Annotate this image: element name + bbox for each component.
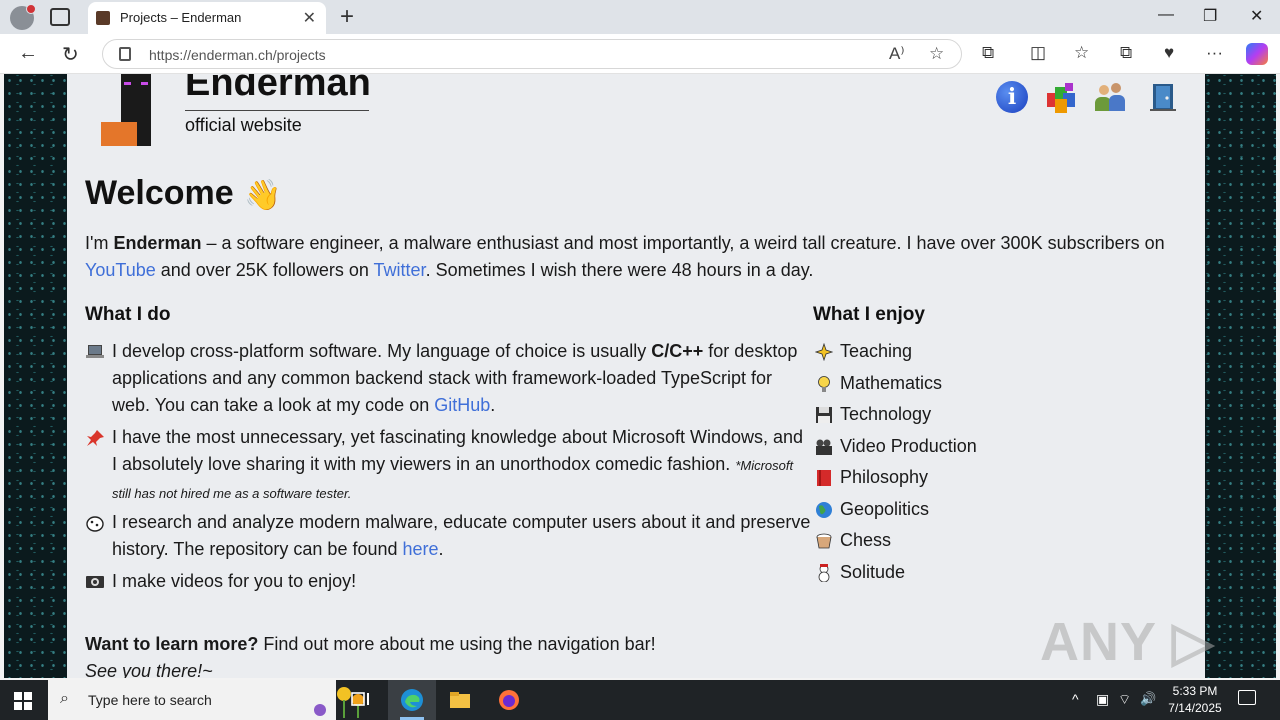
browser-tab-bar: Projects – Enderman ✕ + — ❐ ✕: [0, 0, 1280, 34]
snowman-icon: [818, 564, 830, 582]
enjoy-item-mathematics: Mathematics: [840, 373, 943, 393]
globe-icon: [816, 502, 832, 518]
site-name: Enderman: [185, 74, 371, 104]
waving-hand-icon: 👋: [244, 179, 282, 212]
clock-time: 5:33 PM: [1172, 684, 1218, 698]
what-i-do-item-videos: I make videos for you to enjoy!: [112, 571, 357, 591]
enjoy-item-philosophy: Philosophy: [840, 467, 929, 487]
lock-icon[interactable]: [119, 47, 131, 61]
url-text[interactable]: https://enderman.ch/projects: [149, 47, 326, 63]
anyrun-watermark: ANY ▷ RUN: [1040, 612, 1215, 678]
intro-paragraph: I'm Enderman – a software engineer, a ma…: [85, 233, 1165, 280]
more-menu-icon[interactable]: ···: [1206, 43, 1223, 63]
page-viewport: Enderman official website i Welcome 👋 I'…: [4, 74, 1276, 678]
profile-avatar-icon[interactable]: [10, 4, 36, 30]
enjoy-item-teaching: Teaching: [840, 341, 913, 361]
enjoy-item-solitude: Solitude: [840, 562, 906, 582]
close-window-icon[interactable]: ✕: [1250, 6, 1263, 26]
welcome-heading: Welcome: [85, 174, 234, 212]
enjoy-item-geopolitics: Geopolitics: [840, 499, 930, 519]
what-i-do-item-software: I develop cross-platform software. My la…: [112, 341, 798, 415]
task-view-icon[interactable]: [349, 688, 373, 712]
copilot-icon[interactable]: [1246, 43, 1268, 65]
search-placeholder: Type here to search: [88, 692, 212, 708]
intro-name: Enderman: [113, 233, 202, 253]
back-icon[interactable]: ←: [18, 42, 38, 65]
what-i-do-heading: What I do: [85, 304, 171, 325]
what-i-enjoy-heading: What I enjoy: [813, 304, 925, 325]
notifications-icon[interactable]: [1238, 690, 1256, 705]
collections-icon[interactable]: ⧉: [1120, 43, 1132, 63]
pushpin-icon: [87, 430, 104, 446]
lightbulb-icon: [818, 376, 830, 392]
tab-actions-icon[interactable]: [50, 8, 70, 26]
windows-taskbar: ⌕ Type here to search ^ ▣ ⌔ 🔊 5:33 PM 7/…: [0, 680, 1280, 720]
what-i-do-item-windows: I have the most unnecessary, yet fascina…: [112, 427, 804, 501]
minimize-icon[interactable]: —: [1158, 6, 1174, 24]
restore-icon[interactable]: ❐: [1203, 6, 1217, 26]
page-content: Enderman official website i Welcome 👋 I'…: [67, 74, 1205, 678]
taskbar-clock[interactable]: 5:33 PM 7/14/2025: [1166, 683, 1224, 717]
taskbar-search-box[interactable]: ⌕ Type here to search: [48, 680, 364, 720]
see-you-text: See you there!~: [85, 661, 213, 678]
address-bar[interactable]: https://enderman.ch/projects A⁾ ☆: [102, 39, 962, 69]
bug-icon: [86, 516, 104, 532]
favorites-icon[interactable]: ☆: [1074, 43, 1089, 63]
what-i-do-item-malware: I research and analyze modern malware, e…: [112, 512, 811, 559]
extensions-icon[interactable]: ⧉: [982, 43, 994, 63]
site-subtitle: official website: [185, 115, 302, 135]
nav-info-icon[interactable]: i: [996, 81, 1028, 113]
coffee-cup-icon: [816, 533, 832, 549]
refresh-icon[interactable]: ↻: [62, 42, 79, 67]
tab-title: Projects – Enderman: [120, 10, 242, 25]
clock-date: 7/14/2025: [1168, 701, 1222, 715]
floppy-disk-icon: [816, 407, 832, 423]
tab-close-icon[interactable]: ✕: [303, 8, 316, 28]
favorite-star-icon[interactable]: ☆: [929, 44, 944, 64]
film-camera-icon: [816, 439, 832, 455]
twitter-link[interactable]: Twitter: [374, 260, 426, 280]
read-aloud-icon[interactable]: A⁾: [889, 44, 905, 64]
browser-nav-bar: ← ↻ https://enderman.ch/projects A⁾ ☆ ⧉ …: [0, 34, 1280, 74]
start-button-icon[interactable]: [14, 692, 32, 710]
tray-device-icon[interactable]: ▣: [1096, 691, 1109, 708]
browser-tab[interactable]: Projects – Enderman ✕: [88, 2, 326, 34]
network-icon[interactable]: ⌔: [1118, 691, 1131, 709]
enjoy-item-video-production: Video Production: [840, 436, 977, 456]
volume-icon[interactable]: 🔊: [1140, 691, 1156, 707]
enderman-logo[interactable]: [99, 74, 171, 146]
repository-link[interactable]: here: [403, 539, 439, 559]
nav-about-icon[interactable]: [1095, 81, 1127, 113]
enjoy-item-technology: Technology: [840, 404, 932, 424]
learn-more-text: Want to learn more? Find out more about …: [85, 634, 656, 654]
search-icon: ⌕: [60, 690, 69, 707]
tray-chevron-icon[interactable]: ^: [1072, 691, 1079, 707]
site-name-underline: [185, 110, 369, 111]
firefox-icon[interactable]: [497, 688, 521, 712]
split-screen-icon[interactable]: ◫: [1030, 43, 1046, 63]
enjoy-item-chess-link[interactable]: Chess: [840, 530, 891, 551]
edge-browser-icon[interactable]: [400, 688, 424, 712]
youtube-link[interactable]: YouTube: [85, 260, 156, 280]
site-favicon-icon: [96, 11, 110, 25]
nav-contact-icon[interactable]: [1147, 81, 1179, 113]
performance-icon[interactable]: ♥: [1164, 43, 1174, 63]
red-book-icon: [817, 470, 831, 486]
file-explorer-icon[interactable]: [448, 688, 472, 712]
github-link[interactable]: GitHub: [434, 395, 490, 415]
camera-icon: [86, 576, 104, 588]
sparkles-icon: [815, 343, 833, 361]
new-tab-button[interactable]: +: [340, 3, 354, 31]
laptop-icon: [86, 345, 104, 358]
nav-projects-icon[interactable]: [1045, 81, 1077, 113]
